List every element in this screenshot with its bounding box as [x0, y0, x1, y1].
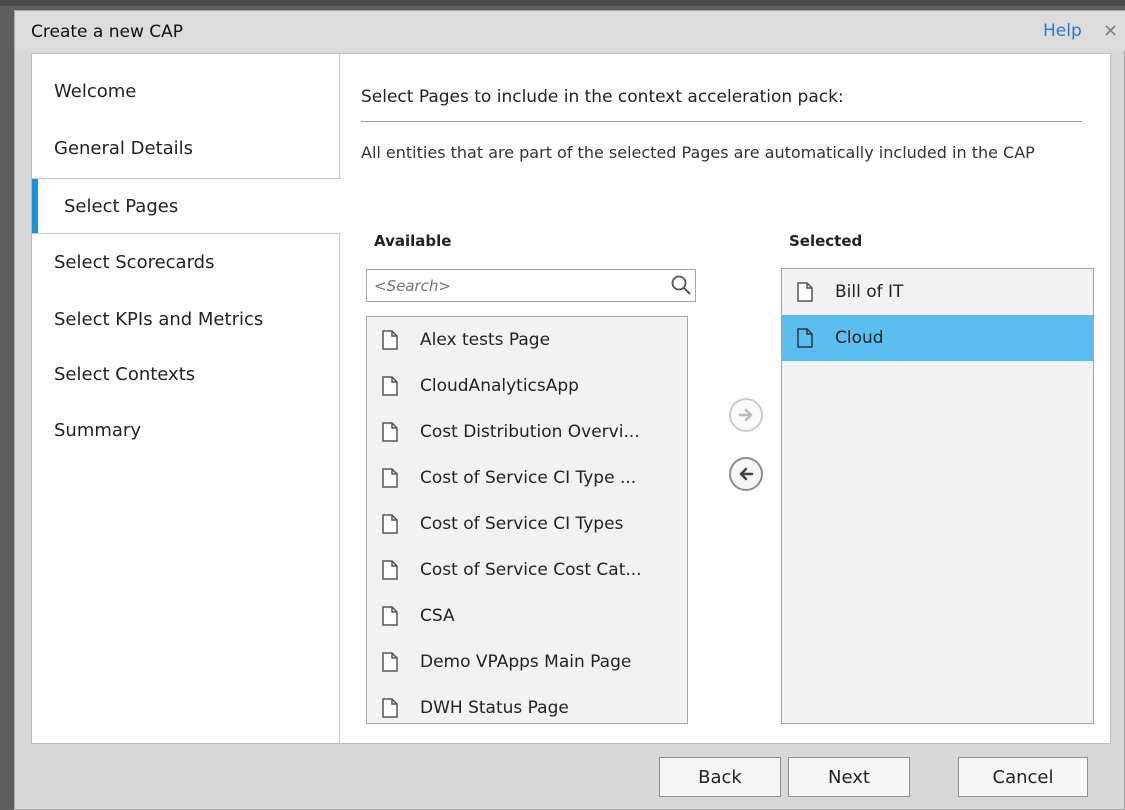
sidebar-item-select-scorecards[interactable]: Select Scorecards [32, 235, 340, 291]
page-heading: Select Pages to include in the context a… [361, 87, 844, 107]
help-link[interactable]: Help [1043, 21, 1082, 41]
list-item-label: Cost of Service Cost Cat... [420, 560, 642, 580]
sidebar-item-select-pages[interactable]: Select Pages [32, 178, 341, 234]
info-note: All entities that are part of the select… [361, 143, 1035, 162]
page-icon [382, 330, 398, 350]
page-icon [382, 698, 398, 718]
list-item[interactable]: CSA [367, 593, 687, 639]
available-pages-list[interactable]: Alex tests Page CloudAnalyticsApp Cost D… [366, 316, 688, 724]
add-to-selected-button[interactable] [729, 398, 763, 432]
sidebar-item-summary[interactable]: Summary [32, 403, 340, 459]
list-item-label: Cost of Service CI Types [420, 514, 624, 534]
page-icon [382, 376, 398, 396]
selected-label: Selected [789, 232, 863, 250]
list-item[interactable]: Bill of IT [782, 269, 1093, 315]
list-item-label: CloudAnalyticsApp [420, 376, 579, 396]
page-icon [382, 652, 398, 672]
cancel-button[interactable]: Cancel [958, 757, 1088, 797]
search-box[interactable] [366, 269, 696, 302]
available-label: Available [374, 232, 452, 250]
list-item[interactable]: Cost of Service CI Types [367, 501, 687, 547]
selected-pages-list[interactable]: Bill of IT Cloud [781, 268, 1094, 724]
arrow-left-icon [739, 467, 754, 481]
create-cap-dialog: Create a new CAP Help × Welcome General … [14, 10, 1125, 810]
select-pages-panel: Select Pages to include in the context a… [341, 54, 1111, 743]
list-item-label: Cost Distribution Overvi... [420, 422, 640, 442]
list-item[interactable]: Cost of Service CI Type ... [367, 455, 687, 501]
list-item[interactable]: CloudAnalyticsApp [367, 363, 687, 409]
list-item-selected[interactable]: Cloud [782, 315, 1093, 361]
list-item-label: CSA [420, 606, 455, 626]
back-button[interactable]: Back [659, 757, 781, 797]
list-item[interactable]: DWH Status Page [367, 685, 687, 723]
list-item-label: Cost of Service CI Type ... [420, 468, 637, 488]
search-icon[interactable] [670, 274, 692, 296]
remove-from-selected-button[interactable] [729, 457, 763, 491]
background-strip [0, 0, 1125, 6]
list-item-label: Demo VPApps Main Page [420, 652, 632, 672]
list-item[interactable]: Alex tests Page [367, 317, 687, 363]
search-input[interactable] [367, 270, 663, 301]
list-item[interactable]: Demo VPApps Main Page [367, 639, 687, 685]
sidebar-item-select-contexts[interactable]: Select Contexts [32, 347, 340, 403]
dialog-title: Create a new CAP [31, 22, 184, 42]
wizard-sidebar: Welcome General Details Select Pages Sel… [32, 54, 341, 743]
arrow-right-icon [738, 408, 753, 422]
list-item[interactable]: Cost of Service Cost Cat... [367, 547, 687, 593]
list-item-label: DWH Status Page [420, 698, 569, 718]
page-icon [382, 514, 398, 534]
page-icon [382, 468, 398, 488]
page-icon [382, 606, 398, 626]
page-icon [797, 328, 813, 348]
list-item[interactable]: Cost Distribution Overvi... [367, 409, 687, 455]
sidebar-item-welcome[interactable]: Welcome [32, 64, 340, 120]
dialog-titlebar: Create a new CAP Help × [15, 11, 1125, 51]
page-icon [382, 422, 398, 442]
next-button[interactable]: Next [788, 757, 910, 797]
list-item-label: Bill of IT [835, 282, 904, 302]
page-icon [382, 560, 398, 580]
sidebar-item-select-kpis-and-metrics[interactable]: Select KPIs and Metrics [32, 292, 340, 348]
page-icon [797, 282, 813, 302]
list-item-label: Alex tests Page [420, 330, 551, 350]
list-item-label: Cloud [835, 328, 884, 348]
sidebar-item-general-details[interactable]: General Details [32, 121, 340, 177]
heading-divider [361, 121, 1082, 122]
close-icon[interactable]: × [1103, 20, 1118, 41]
wizard-content: Welcome General Details Select Pages Sel… [31, 53, 1111, 744]
